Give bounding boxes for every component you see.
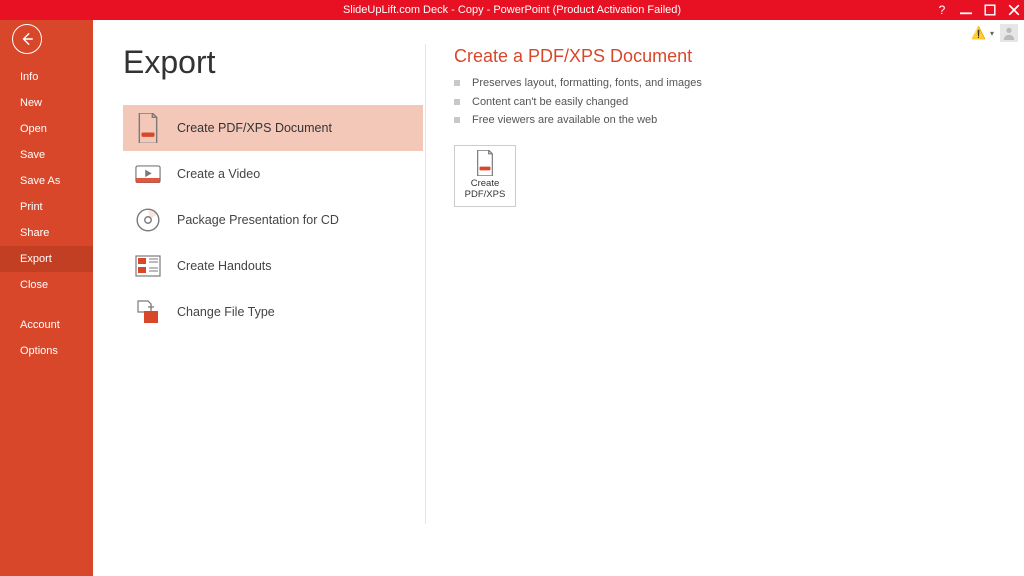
- detail-bullet: Content can't be easily changed: [454, 94, 1024, 111]
- export-option-label: Create PDF/XPS Document: [177, 121, 332, 135]
- detail-pane: Create a PDF/XPS Document Preserves layo…: [454, 44, 1024, 524]
- nav-label: Save: [20, 149, 45, 161]
- detail-heading: Create a PDF/XPS Document: [454, 46, 1024, 67]
- window-controls: ?: [936, 0, 1020, 20]
- nav-save[interactable]: Save: [0, 142, 93, 168]
- cd-icon: [135, 207, 161, 233]
- handouts-icon: [135, 253, 161, 279]
- close-icon[interactable]: [1008, 4, 1020, 16]
- export-package-cd[interactable]: Package Presentation for CD: [123, 197, 423, 243]
- backstage-sidebar: Info New Open Save Save As Print Share E…: [0, 20, 93, 576]
- back-button[interactable]: [12, 24, 42, 54]
- export-create-video[interactable]: Create a Video: [123, 151, 423, 197]
- button-label-line2: PDF/XPS: [465, 190, 506, 201]
- export-option-label: Change File Type: [177, 305, 275, 319]
- nav-label: Export: [20, 253, 52, 265]
- nav-close[interactable]: Close: [0, 272, 93, 298]
- nav-save-as[interactable]: Save As: [0, 168, 93, 194]
- nav-share[interactable]: Share: [0, 220, 93, 246]
- page-title: Export: [123, 44, 423, 81]
- export-option-label: Create Handouts: [177, 259, 272, 273]
- detail-bullet: Free viewers are available on the web: [454, 112, 1024, 129]
- export-option-label: Package Presentation for CD: [177, 213, 339, 227]
- help-icon[interactable]: ?: [936, 4, 948, 16]
- video-icon: [135, 161, 161, 187]
- nav-open[interactable]: Open: [0, 116, 93, 142]
- nav-label: Info: [20, 71, 38, 83]
- change-file-type-icon: [135, 299, 161, 325]
- window-title: SlideUpLift.com Deck - Copy - PowerPoint…: [343, 4, 681, 16]
- nav-info[interactable]: Info: [0, 64, 93, 90]
- export-option-list: Create PDF/XPS Document Create a Video P…: [123, 105, 423, 335]
- nav-label: Print: [20, 201, 43, 213]
- warning-dropdown[interactable]: ▾: [990, 29, 994, 38]
- nav-options[interactable]: Options: [0, 338, 93, 364]
- nav-label: Close: [20, 279, 48, 291]
- nav-label: Share: [20, 227, 49, 239]
- detail-bullet: Preserves layout, formatting, fonts, and…: [454, 75, 1024, 92]
- user-avatar[interactable]: [1000, 24, 1018, 42]
- restore-icon[interactable]: [984, 4, 996, 16]
- export-create-handouts[interactable]: Create Handouts: [123, 243, 423, 289]
- back-arrow-icon: [20, 32, 34, 46]
- nav-account[interactable]: Account: [0, 312, 93, 338]
- nav-export[interactable]: Export: [0, 246, 93, 272]
- nav-new[interactable]: New: [0, 90, 93, 116]
- pdf-document-icon: [135, 115, 161, 141]
- nav-label: Account: [20, 319, 60, 331]
- detail-bullet-list: Preserves layout, formatting, fonts, and…: [454, 75, 1024, 129]
- warning-icon[interactable]: ⚠️: [971, 26, 986, 40]
- minimize-icon[interactable]: [960, 4, 972, 16]
- person-icon: [1002, 26, 1016, 40]
- pdf-document-icon: [474, 150, 496, 176]
- nav-label: Save As: [20, 175, 60, 187]
- content-area: ⚠️ ▾ Export Create PDF/XPS Document: [93, 20, 1024, 576]
- nav-label: Options: [20, 345, 58, 357]
- export-create-pdf-xps[interactable]: Create PDF/XPS Document: [123, 105, 423, 151]
- nav-label: Open: [20, 123, 47, 135]
- export-option-label: Create a Video: [177, 167, 260, 181]
- title-bar: SlideUpLift.com Deck - Copy - PowerPoint…: [0, 0, 1024, 20]
- vertical-divider: [425, 44, 426, 524]
- create-pdf-xps-button[interactable]: Create PDF/XPS: [454, 145, 516, 207]
- export-change-file-type[interactable]: Change File Type: [123, 289, 423, 335]
- nav-print[interactable]: Print: [0, 194, 93, 220]
- nav-label: New: [20, 97, 42, 109]
